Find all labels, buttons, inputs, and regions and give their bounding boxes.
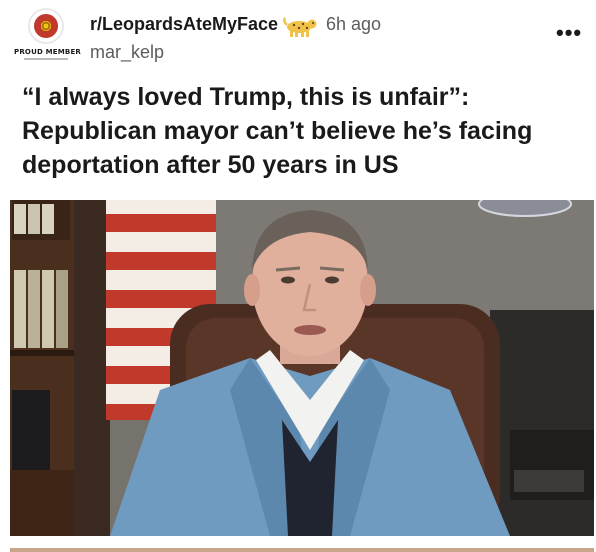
office-portrait-image [10, 200, 594, 536]
post-time: 6h ago [326, 14, 382, 34]
author-username[interactable]: mar_kelp [90, 42, 164, 63]
avatar-emblem-icon [34, 14, 58, 38]
subreddit-avatar[interactable] [28, 8, 64, 44]
leopard-icon [283, 17, 317, 37]
post-header: PROUD MEMBER r/LeopardsAteMyFace 6h ago … [0, 0, 596, 76]
flair-underline [24, 58, 68, 60]
more-options-icon[interactable]: ••• [556, 20, 582, 46]
next-post-preview [0, 536, 596, 552]
subreddit-avatar-block[interactable]: PROUD MEMBER [14, 8, 82, 68]
subreddit-link[interactable]: r/LeopardsAteMyFace [90, 14, 278, 35]
user-flair: PROUD MEMBER [14, 48, 82, 56]
post-title[interactable]: “I always loved Trump, this is unfair”: … [22, 80, 582, 182]
post-image[interactable] [10, 200, 594, 536]
next-post-edge [10, 548, 594, 552]
